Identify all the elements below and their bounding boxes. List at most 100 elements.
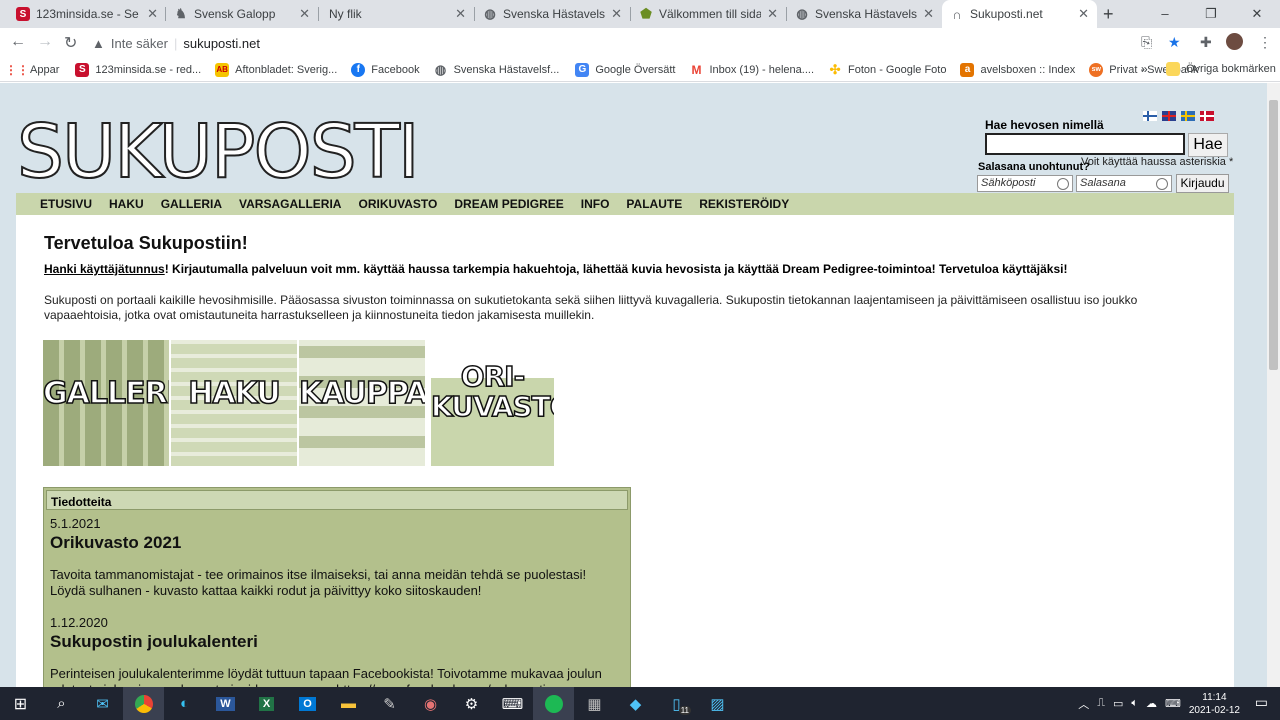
spotify-icon[interactable] <box>533 687 574 720</box>
intro-paragraph: Sukuposti on portaali kaikille hevosihmi… <box>44 293 1138 322</box>
s-logo-icon: S <box>75 62 90 77</box>
windows-icon[interactable]: ⊞ <box>0 687 41 720</box>
nav-haku[interactable]: HAKU <box>109 197 144 211</box>
scrollbar-thumb[interactable] <box>1269 100 1278 370</box>
battery-icon[interactable]: ▭ <box>1113 697 1123 710</box>
edge-icon[interactable]: ◐ <box>164 687 205 720</box>
close-icon[interactable]: ✕ <box>1078 6 1089 22</box>
notifications-icon[interactable]: ▭ <box>1255 694 1268 711</box>
banner-haku[interactable]: HAKU <box>171 340 297 466</box>
tab-ny-flik[interactable]: Ny flik ✕ <box>319 0 474 28</box>
cloud-icon[interactable]: ☁︎ <box>1146 697 1157 710</box>
word-icon[interactable]: W <box>205 687 246 720</box>
tab-123minsida[interactable]: S 123minsida.se - Se din ✕ <box>8 0 166 28</box>
forgot-password-link[interactable]: Salasana unohtunut? <box>978 161 1090 173</box>
network-icon[interactable]: ⎍ <box>1097 697 1105 710</box>
nav-info[interactable]: INFO <box>581 197 610 211</box>
nav-dream-pedigree[interactable]: DREAM PEDIGREE <box>454 197 563 211</box>
banner-kauppa[interactable]: KAUPPA <box>299 340 425 466</box>
menu-icon[interactable]: ⋮ <box>1258 34 1272 51</box>
language-icon[interactable]: ⌨ <box>1165 697 1181 710</box>
chevron-up-icon[interactable]: ︿ <box>1078 696 1089 712</box>
banner-orikuvasto[interactable]: ORI- KUVASTO <box>431 340 554 466</box>
bookmark-apps[interactable]: ⋮⋮ Appar <box>5 63 60 77</box>
chrome-icon[interactable] <box>123 687 164 720</box>
bookmark-123minsida[interactable]: S 123minsida.se - red... <box>75 62 201 77</box>
close-icon[interactable]: ✕ <box>611 6 622 22</box>
password-field[interactable]: Salasana <box>1076 175 1172 192</box>
bookmark-label: Aftonbladet: Sverig... <box>235 63 338 76</box>
close-window-button[interactable]: ✕ <box>1234 0 1280 28</box>
calculator-icon[interactable]: ▦ <box>574 687 615 720</box>
bookmark-google-photos[interactable]: ✣ Foton - Google Foto <box>828 62 947 77</box>
close-icon[interactable]: ✕ <box>455 6 466 22</box>
get-account-link[interactable]: Hanki käyttäjätunnus <box>44 262 165 276</box>
finnish-flag-icon[interactable] <box>1143 111 1157 121</box>
keyboard-icon[interactable]: ⌨ <box>492 687 533 720</box>
english-flag-icon[interactable] <box>1162 111 1176 121</box>
clock[interactable]: 11:14 2021-02-12 <box>1189 691 1240 717</box>
tab-sukuposti[interactable]: ∩ Sukuposti.net ✕ <box>942 0 1097 28</box>
tab-svenska-hastavel-2[interactable]: ◍ Svenska Hästavelsförbu ✕ <box>787 0 942 28</box>
mail-icon[interactable]: ✉ <box>82 687 123 720</box>
bookmark-aftonbladet[interactable]: AB Aftonbladet: Sverig... <box>215 62 338 77</box>
email-field[interactable]: Sähköposti <box>977 175 1073 192</box>
explorer-icon[interactable]: ▬ <box>328 687 369 720</box>
excel-icon[interactable]: X <box>246 687 287 720</box>
maximize-button[interactable]: ❐ <box>1188 0 1234 28</box>
settings-icon[interactable]: ⚙ <box>451 687 492 720</box>
notice-title[interactable]: Sukupostin joulukalenteri <box>50 632 620 652</box>
calendar-icon[interactable]: ▯ 11 <box>656 687 697 720</box>
facebook-icon: f <box>351 62 366 77</box>
bookmark-avelsboxen[interactable]: a avelsboxen :: Index <box>960 62 1075 77</box>
nav-galleria[interactable]: GALLERIA <box>161 197 222 211</box>
address-bar[interactable]: ▲ Inte säker | sukuposti.net <box>92 31 1202 55</box>
norwegian-flag-icon[interactable] <box>1200 111 1214 121</box>
nav-varsagalleria[interactable]: VARSAGALLERIA <box>239 197 341 211</box>
swedish-flag-icon[interactable] <box>1181 111 1195 121</box>
forward-icon[interactable]: → <box>37 33 53 51</box>
close-icon[interactable]: ✕ <box>147 6 158 22</box>
calendar-badge: 11 <box>678 706 691 715</box>
close-icon[interactable]: ✕ <box>299 6 310 22</box>
volume-icon[interactable]: 🔈︎ <box>1131 697 1138 710</box>
tab-svensk-galopp[interactable]: ♞ Svensk Galopp ✕ <box>166 0 318 28</box>
login-button[interactable]: Kirjaudu <box>1176 174 1229 193</box>
paint-icon[interactable]: ✎ <box>369 687 410 720</box>
bookmark-svenska-hastavel[interactable]: ◍ Svenska Hästavelsf... <box>434 62 560 77</box>
notice-title[interactable]: Orikuvasto 2021 <box>50 533 620 553</box>
minimize-button[interactable]: – <box>1142 0 1188 28</box>
extensions-icon[interactable]: ✚ <box>1200 34 1212 51</box>
avatar[interactable] <box>1226 33 1243 50</box>
search-icon[interactable]: ⌕ <box>41 687 82 720</box>
tab-valkommen[interactable]: ⬟ Välkommen till sidan d ✕ <box>631 0 786 28</box>
reload-icon[interactable]: ↻ <box>64 33 77 53</box>
nav-palaute[interactable]: PALAUTE <box>626 197 682 211</box>
bookmarks-overflow-button[interactable]: » <box>1141 62 1148 76</box>
nav-orikuvasto[interactable]: ORIKUVASTO <box>358 197 437 211</box>
close-icon[interactable]: ✕ <box>767 6 778 22</box>
bookmark-gmail[interactable]: M Inbox (19) - helena.... <box>689 63 814 77</box>
bookmark-label: Appar <box>30 63 60 76</box>
star-icon[interactable]: ★ <box>1168 34 1181 51</box>
site-logo[interactable]: SUKUPOSTI <box>16 112 421 192</box>
photos-icon[interactable]: ▨ <box>697 687 738 720</box>
banner-galleria[interactable]: GALLERIA <box>43 340 169 466</box>
other-bookmarks-folder[interactable]: Övriga bokmärken <box>1166 62 1276 76</box>
outlook-icon[interactable]: O <box>287 687 328 720</box>
game-icon[interactable]: ◉ <box>410 687 451 720</box>
paint3d-icon[interactable]: ◆ <box>615 687 656 720</box>
translate-icon[interactable]: ⎘ <box>1141 34 1152 51</box>
tab-svenska-hastavel-1[interactable]: ◍ Svenska Hästavelsförbu ✕ <box>475 0 630 28</box>
new-tab-button[interactable]: + <box>1103 4 1114 25</box>
tab-title: Välkommen till sidan d <box>659 7 762 21</box>
nav-etusivu[interactable]: ETUSIVU <box>40 197 92 211</box>
close-icon[interactable]: ✕ <box>923 6 934 22</box>
back-icon[interactable]: ← <box>10 33 26 51</box>
search-button[interactable]: Hae <box>1188 133 1228 157</box>
bookmark-facebook[interactable]: f Facebook <box>351 62 420 77</box>
nav-rekisteroidy[interactable]: REKISTERÖIDY <box>699 197 789 211</box>
horse-search-input[interactable] <box>985 133 1185 155</box>
bookmark-label: Svenska Hästavelsf... <box>453 63 560 76</box>
bookmark-google-translate[interactable]: G Google Översätt <box>575 62 675 77</box>
